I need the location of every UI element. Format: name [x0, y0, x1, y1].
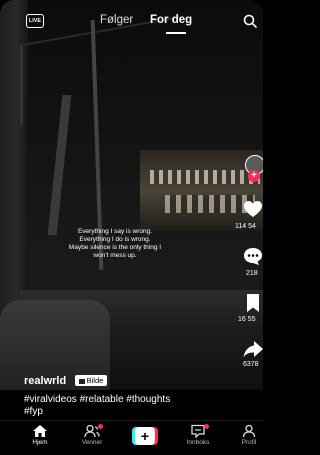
- heart-icon[interactable]: [242, 198, 263, 220]
- bookmark-icon[interactable]: [242, 292, 263, 314]
- nav-home-label: Hjem: [32, 439, 48, 446]
- nav-friends[interactable]: Venner: [70, 424, 114, 446]
- live-label: LIVE: [28, 18, 42, 24]
- share-icon[interactable]: [242, 338, 263, 360]
- photo-badge-label: Bilde: [86, 376, 104, 386]
- hashtags-line[interactable]: #viralvideos #relatable #thoughts: [24, 394, 254, 406]
- nav-home[interactable]: Hjem: [18, 424, 62, 446]
- hashtags[interactable]: #viralvideos #relatable #thoughts #fyp: [24, 394, 254, 418]
- plus-icon: +: [135, 427, 155, 445]
- nav-profile[interactable]: Profil: [227, 424, 263, 446]
- live-icon[interactable]: LIVE: [26, 14, 44, 28]
- share-count: 6378: [243, 361, 259, 368]
- video-caption: Everything I say is wrong. Everything I …: [40, 228, 190, 260]
- caption-line: Maybe silence is the only thing I: [68, 244, 162, 251]
- nav-profile-label: Profil: [241, 439, 257, 446]
- active-tab-indicator: [166, 32, 186, 34]
- caption-line: Everything I say is wrong.: [77, 228, 153, 235]
- bottom-nav: Hjem Venner + Innboks Profil: [0, 420, 263, 455]
- inbox-notification-dot: [204, 424, 209, 429]
- top-bar: LIVE Følger For deg: [0, 10, 263, 34]
- nav-inbox-label: Innboks: [186, 439, 210, 446]
- tab-following[interactable]: Følger: [100, 14, 133, 26]
- search-icon[interactable]: [243, 14, 257, 28]
- caption-line: Everything I do is wrong.: [79, 236, 151, 243]
- tab-for-you[interactable]: For deg: [150, 14, 192, 26]
- like-count: 114 54: [235, 223, 256, 230]
- follow-plus-button[interactable]: +: [248, 170, 260, 182]
- hashtags-line[interactable]: #fyp: [24, 406, 254, 418]
- home-icon: [33, 425, 47, 437]
- comment-count: 218: [246, 270, 258, 277]
- nav-inbox[interactable]: Innboks: [176, 424, 220, 446]
- phone-screen: Everything I say is wrong. Everything I …: [0, 0, 263, 455]
- friends-notification-dot: [98, 424, 103, 429]
- comment-icon[interactable]: [242, 245, 263, 267]
- video-frame[interactable]: Everything I say is wrong. Everything I …: [0, 0, 263, 390]
- caption-line: won't mess up.: [93, 252, 137, 259]
- nav-friends-label: Venner: [81, 439, 103, 446]
- create-button[interactable]: +: [132, 427, 158, 445]
- photo-icon: [78, 378, 85, 384]
- profile-icon: [242, 424, 256, 438]
- photo-badge: Bilde: [74, 375, 108, 387]
- street-lights: [150, 170, 260, 184]
- save-count: 16 55: [238, 316, 256, 323]
- post-info: realwrld Bilde #viralvideos #relatable #…: [24, 372, 254, 418]
- username[interactable]: realwrld: [24, 375, 66, 387]
